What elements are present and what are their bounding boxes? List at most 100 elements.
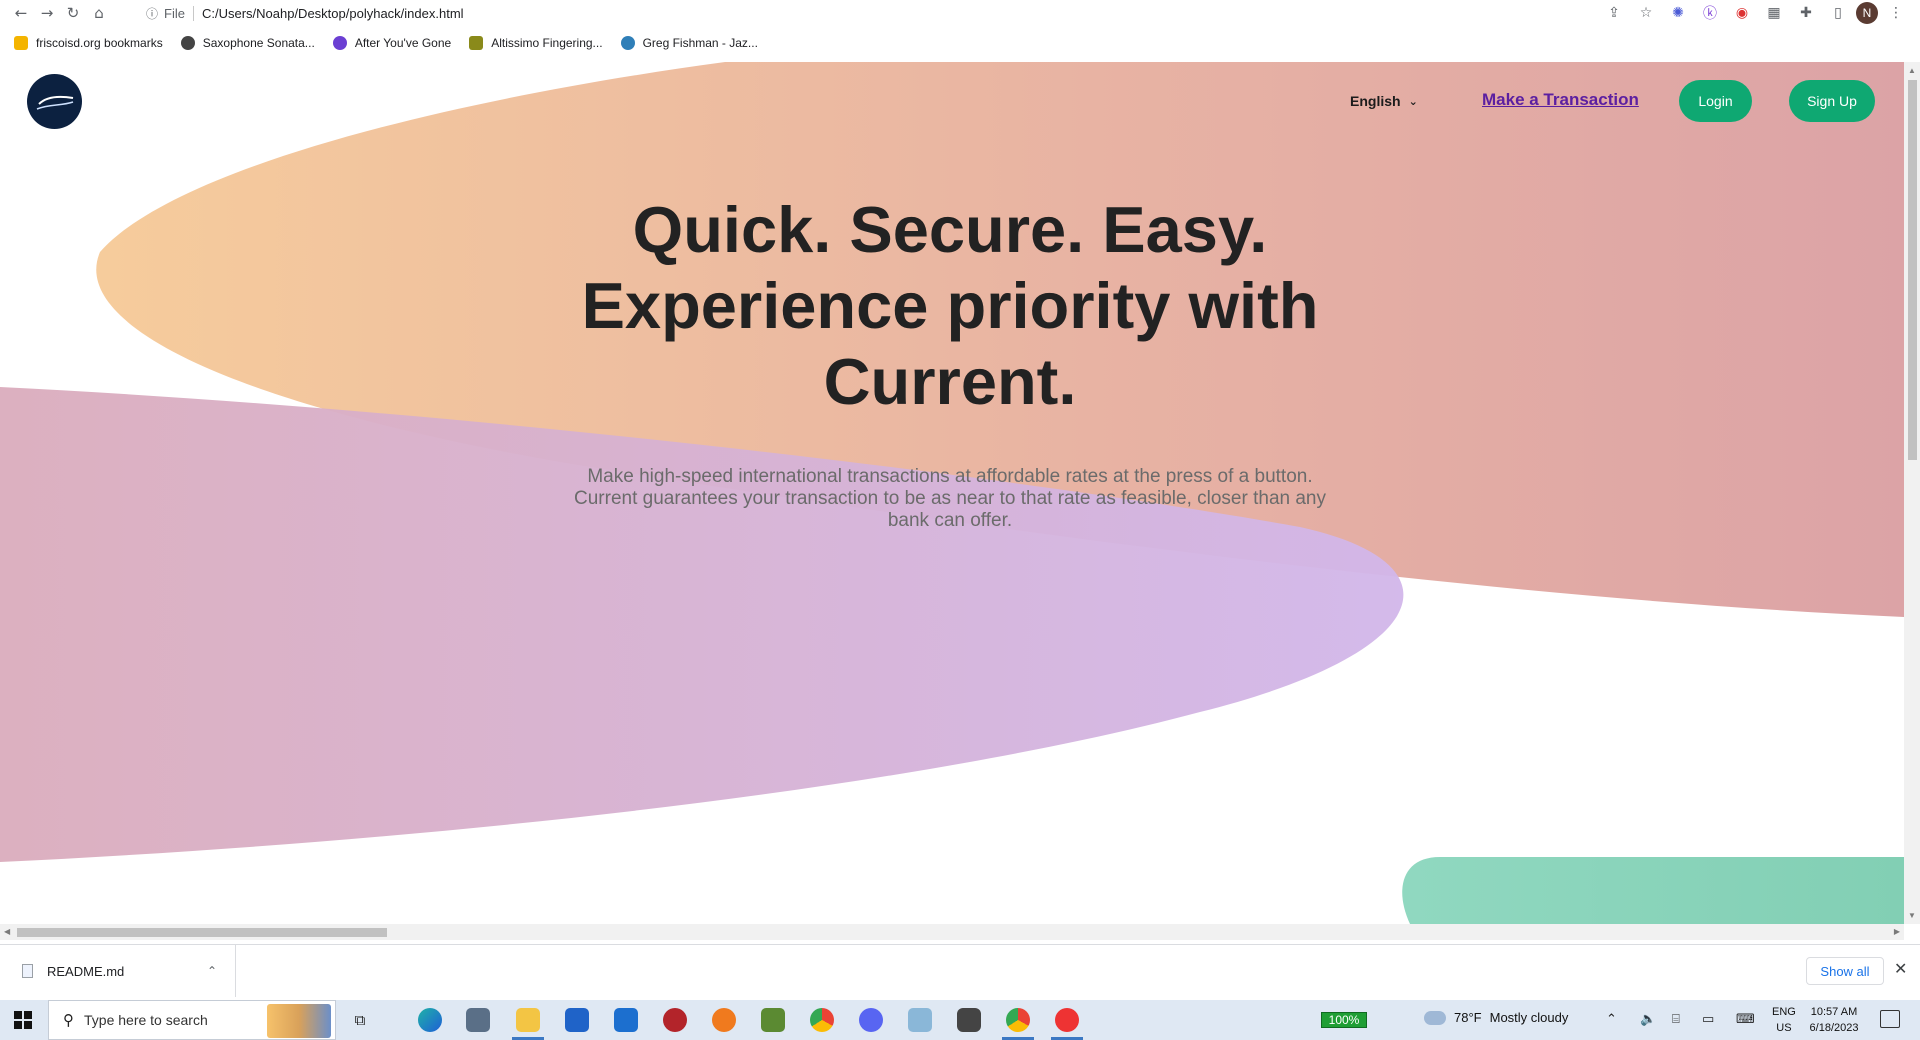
- site-icon: [620, 36, 635, 50]
- discord-icon[interactable]: [859, 1008, 883, 1032]
- bookmark-item[interactable]: Greg Fishman - Jaz...: [620, 36, 758, 50]
- unity-icon[interactable]: [957, 1008, 981, 1032]
- app-icon-bird[interactable]: [466, 1008, 490, 1032]
- blender-icon[interactable]: [712, 1008, 736, 1032]
- clock-date: 6/18/2023: [1809, 1022, 1859, 1034]
- network-icon[interactable]: ⌸: [1672, 1012, 1680, 1027]
- qr-code-icon[interactable]: ▦: [1760, 0, 1788, 26]
- search-icon: ⚲: [63, 1011, 74, 1029]
- bookmark-label: Altissimo Fingering...: [491, 36, 603, 50]
- back-arrow-icon[interactable]: ←: [8, 0, 34, 26]
- wave-icon: [36, 95, 74, 110]
- bookmark-label: After You've Gone: [354, 36, 452, 50]
- language-dropdown[interactable]: English ⌄: [1350, 93, 1418, 109]
- windows-logo-icon: [14, 1011, 32, 1029]
- chevron-up-tray-icon[interactable]: ⌃: [1606, 1012, 1617, 1027]
- url-text[interactable]: C:/Users/Noahp/Desktop/polyhack/index.ht…: [202, 6, 464, 21]
- bookmark-item[interactable]: Altissimo Fingering...: [469, 36, 603, 50]
- lang-code: ENG: [1772, 1006, 1796, 1018]
- horizontal-scrollbar[interactable]: ◀ ▶: [0, 924, 1904, 940]
- input-language[interactable]: ENG US: [1772, 1004, 1796, 1036]
- chrome-profile-icon[interactable]: [1002, 1008, 1034, 1040]
- bookmark-star-icon[interactable]: ☆: [1632, 0, 1660, 26]
- app-icon-notes[interactable]: [908, 1008, 932, 1032]
- chevron-up-icon[interactable]: ⌃: [207, 964, 217, 978]
- hero-line-3: Current.: [823, 345, 1077, 418]
- vertical-scrollbar[interactable]: ▲ ▼: [1904, 62, 1920, 924]
- file-explorer-icon[interactable]: [512, 1008, 544, 1040]
- profile-avatar[interactable]: N: [1856, 2, 1878, 24]
- bookmark-label: Greg Fishman - Jaz...: [642, 36, 758, 50]
- battery-icon[interactable]: ▭: [1702, 1012, 1714, 1027]
- bookmarks-bar: friscoisd.org bookmarks Saxophone Sonata…: [0, 30, 1920, 56]
- home-icon[interactable]: ⌂: [86, 0, 112, 26]
- download-item[interactable]: README.md ⌃: [14, 945, 236, 997]
- region-code: US: [1776, 1022, 1792, 1034]
- minecraft-icon[interactable]: [761, 1008, 785, 1032]
- bookmark-item[interactable]: Saxophone Sonata...: [180, 36, 315, 50]
- mail-icon[interactable]: [614, 1008, 638, 1032]
- show-all-button[interactable]: Show all: [1806, 957, 1884, 985]
- bookmark-item[interactable]: After You've Gone: [332, 36, 452, 50]
- hero-title: Quick. Secure. Easy. Experience priority…: [550, 192, 1350, 420]
- teal-blob: [1402, 857, 1904, 924]
- k-logo-icon: [332, 36, 347, 50]
- hero-line-1: Quick. Secure. Easy.: [632, 193, 1268, 266]
- extension-broadcast-icon[interactable]: ◉: [1728, 0, 1756, 26]
- search-highlight-image: [267, 1004, 331, 1038]
- scroll-right-icon[interactable]: ▶: [1894, 927, 1900, 936]
- store-icon[interactable]: [565, 1008, 589, 1032]
- weather-widget[interactable]: 78°F Mostly cloudy: [1424, 1010, 1568, 1025]
- close-icon[interactable]: ✕: [1894, 959, 1907, 978]
- share-icon[interactable]: ⇪: [1600, 0, 1628, 26]
- globe-icon: [180, 36, 195, 50]
- weather-temp: 78°F: [1454, 1010, 1482, 1025]
- file-icon: [22, 964, 33, 978]
- vertical-scroll-thumb[interactable]: [1908, 80, 1917, 460]
- extension-k-icon[interactable]: ⓚ: [1696, 0, 1724, 26]
- bookmark-label: Saxophone Sonata...: [202, 36, 315, 50]
- scroll-left-icon[interactable]: ◀: [4, 927, 10, 936]
- notification-icon[interactable]: [1880, 1010, 1900, 1028]
- task-view-icon[interactable]: ⧉: [348, 1008, 372, 1032]
- battery-percentage-badge[interactable]: 100%: [1321, 1012, 1367, 1028]
- page-viewport: English ⌄ Make a Transaction Login Sign …: [0, 62, 1904, 924]
- brand-logo[interactable]: [27, 74, 82, 129]
- keyboard-icon[interactable]: ⌨: [1736, 1012, 1755, 1027]
- clock[interactable]: 10:57 AM 6/18/2023: [1806, 1004, 1862, 1036]
- taskbar-search[interactable]: ⚲ Type here to search: [48, 1000, 336, 1040]
- bookmark-item[interactable]: friscoisd.org bookmarks: [14, 36, 163, 50]
- forward-arrow-icon[interactable]: →: [34, 0, 60, 26]
- clock-time: 10:57 AM: [1810, 1006, 1858, 1018]
- scroll-down-icon[interactable]: ▼: [1908, 911, 1916, 920]
- puzzle-extensions-icon[interactable]: ✚: [1792, 0, 1820, 26]
- browser-toolbar: ← → ↻ ⌂ ⓘ File C:/Users/Noahp/Desktop/po…: [0, 0, 1920, 26]
- url-scheme-label: File: [164, 5, 194, 21]
- chrome-icon[interactable]: [810, 1008, 834, 1032]
- volume-icon[interactable]: 🔈: [1640, 1012, 1656, 1027]
- edge-icon[interactable]: [418, 1008, 442, 1032]
- download-bar: README.md ⌃ Show all ✕: [0, 944, 1920, 997]
- saxophone-icon: [469, 36, 484, 50]
- info-icon[interactable]: ⓘ: [146, 5, 158, 22]
- horizontal-scroll-thumb[interactable]: [17, 928, 387, 937]
- weather-description: Mostly cloudy: [1489, 1010, 1569, 1025]
- make-transaction-link[interactable]: Make a Transaction: [1482, 90, 1639, 110]
- extension-sparkle-icon[interactable]: ✺: [1664, 0, 1692, 26]
- start-button[interactable]: [0, 1000, 46, 1040]
- signup-button[interactable]: Sign Up: [1789, 80, 1875, 122]
- bookmark-label: friscoisd.org bookmarks: [36, 36, 163, 50]
- address-bar[interactable]: ⓘ File C:/Users/Noahp/Desktop/polyhack/i…: [146, 2, 1646, 24]
- app-icon-red[interactable]: [663, 1008, 687, 1032]
- search-placeholder: Type here to search: [84, 1012, 208, 1028]
- scroll-up-icon[interactable]: ▲: [1908, 66, 1916, 75]
- cloud-icon: [1424, 1010, 1446, 1025]
- side-panel-icon[interactable]: ▯: [1824, 0, 1852, 26]
- folder-icon: [14, 36, 28, 50]
- kebab-menu-icon[interactable]: ⋮: [1882, 0, 1910, 26]
- toolbar-actions: ⇪ ☆ ✺ ⓚ ◉ ▦ ✚ ▯ N ⋮: [1600, 0, 1910, 26]
- reload-icon[interactable]: ↻: [60, 0, 86, 26]
- download-filename: README.md: [47, 963, 125, 979]
- app-icon-active[interactable]: [1051, 1008, 1083, 1040]
- login-button[interactable]: Login: [1679, 80, 1752, 122]
